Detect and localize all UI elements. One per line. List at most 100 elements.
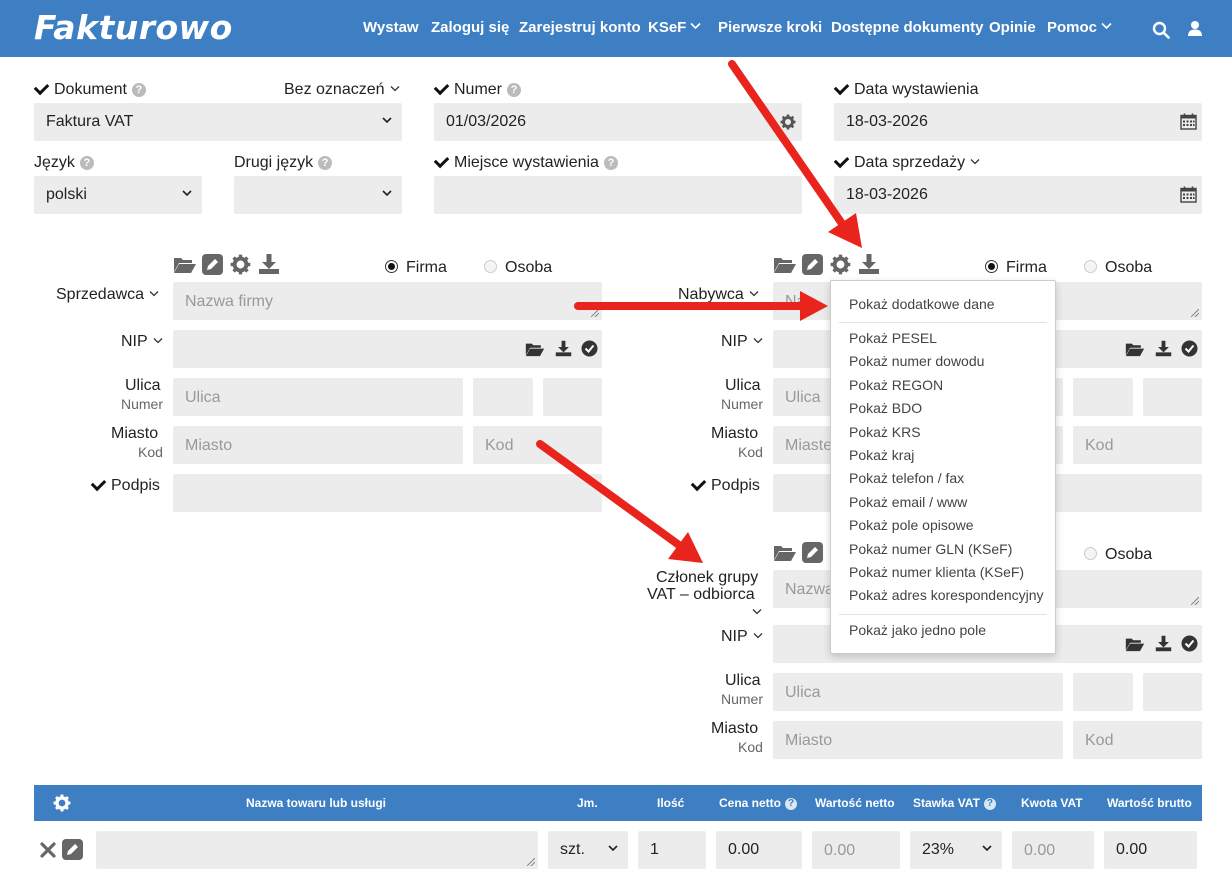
item-jm-select[interactable]: szt. (548, 831, 628, 869)
help-icon[interactable]: ? (983, 798, 996, 810)
check-circle-icon[interactable] (1181, 340, 1198, 357)
gear-icon[interactable] (53, 794, 71, 812)
checkbox-icon[interactable] (34, 81, 48, 95)
nav-dostepne-dokumenty[interactable]: Dostępne dokumenty (831, 19, 984, 36)
member-nip-dropdown[interactable]: NIP (721, 628, 763, 646)
download-icon[interactable] (1155, 635, 1172, 652)
nav-pierwsze-kroki[interactable]: Pierwsze kroki (718, 19, 822, 36)
menu-item-bdo[interactable]: Pokaż BDO (849, 400, 922, 416)
item-stawka-vat-select[interactable]: 23% (910, 831, 1002, 869)
edit-icon[interactable] (802, 542, 823, 563)
data-sprzedazy-label[interactable]: Data sprzedaży (834, 154, 980, 172)
seller-nip-dropdown[interactable]: NIP (121, 333, 163, 351)
user-icon[interactable] (1187, 20, 1203, 37)
help-icon[interactable]: ? (603, 156, 618, 170)
seller-radio-osoba[interactable]: Osoba (484, 259, 552, 277)
seller-role-dropdown[interactable]: Sprzedawca (56, 286, 159, 304)
dokument-select[interactable]: Faktura VAT (34, 103, 402, 141)
member-radio-osoba[interactable]: Osoba (1084, 546, 1152, 564)
buyer-radio-firma[interactable]: Firma (985, 259, 1047, 277)
item-ilosc-input[interactable]: 1 (638, 831, 706, 869)
calendar-icon[interactable] (1180, 186, 1197, 203)
resize-handle-icon[interactable] (527, 858, 535, 866)
member-miasto-input[interactable]: Miasto (773, 721, 1063, 759)
bez-oznaczen-dropdown[interactable]: Bez oznaczeń (284, 81, 400, 99)
check-circle-icon[interactable] (581, 340, 598, 357)
buyer-nip-dropdown[interactable]: NIP (721, 333, 763, 351)
edit-icon[interactable] (62, 839, 83, 860)
buyer-role-dropdown[interactable]: Nabywca (678, 286, 759, 304)
check-circle-icon[interactable] (1181, 635, 1198, 652)
menu-item-numer-klienta[interactable]: Pokaż numer klienta (KSeF) (849, 564, 1024, 580)
member-kod-input[interactable]: Kod (1073, 721, 1202, 759)
gear-icon[interactable] (830, 254, 851, 275)
nav-zaloguj[interactable]: Zaloguj się (431, 19, 509, 36)
logo[interactable]: Fakturowo (34, 8, 233, 47)
menu-item-dodatkowe-dane[interactable]: Pokaż dodatkowe dane (849, 296, 995, 312)
seller-miasto-input[interactable]: Miasto (173, 426, 463, 464)
item-wartosc-brutto-input[interactable]: 0.00 (1104, 831, 1197, 869)
checkbox-icon[interactable] (434, 154, 448, 168)
help-icon[interactable]: ? (785, 798, 798, 810)
checkbox-icon[interactable] (434, 81, 448, 95)
download-icon[interactable] (258, 253, 280, 275)
download-icon[interactable] (555, 340, 572, 357)
nav-ksef[interactable]: KSeF (648, 19, 701, 36)
nav-wystaw[interactable]: Wystaw (363, 19, 419, 36)
data-wystawienia-input[interactable]: 18-03-2026 (834, 103, 1202, 141)
help-icon[interactable]: ? (318, 156, 333, 170)
menu-item-numer-gln[interactable]: Pokaż numer GLN (KSeF) (849, 541, 1012, 557)
folder-open-icon[interactable] (1125, 636, 1145, 652)
nav-zarejestruj[interactable]: Zarejestruj konto (519, 19, 641, 36)
gear-icon[interactable] (230, 254, 251, 275)
menu-item-krs[interactable]: Pokaż KRS (849, 424, 921, 440)
gear-icon[interactable] (780, 114, 796, 130)
seller-ulica-input[interactable]: Ulica (173, 378, 463, 416)
checkbox-icon[interactable] (691, 477, 705, 491)
resize-handle-icon[interactable] (591, 309, 599, 317)
nav-opinie[interactable]: Opinie (989, 19, 1036, 36)
nav-pomoc[interactable]: Pomoc (1047, 19, 1112, 36)
menu-item-telefon-fax[interactable]: Pokaż telefon / fax (849, 470, 964, 486)
seller-lokal-input[interactable] (543, 378, 602, 416)
data-sprzedazy-input[interactable]: 18-03-2026 (834, 176, 1202, 214)
help-icon[interactable]: ? (131, 83, 146, 97)
buyer-kod-input[interactable]: Kod (1073, 426, 1202, 464)
folder-open-icon[interactable] (773, 543, 797, 562)
menu-item-kraj[interactable]: Pokaż kraj (849, 447, 914, 463)
numer-input[interactable]: 01/03/2026 (434, 103, 802, 141)
resize-handle-icon[interactable] (1191, 597, 1199, 605)
seller-nip-input[interactable] (173, 330, 602, 368)
menu-item-adres-korespondencyjny[interactable]: Pokaż adres korespondencyjny (849, 587, 1044, 603)
member-numer-input[interactable] (1073, 673, 1133, 711)
item-name-input[interactable] (96, 831, 538, 869)
help-icon[interactable]: ? (507, 83, 522, 97)
close-icon[interactable] (40, 842, 56, 858)
download-icon[interactable] (1155, 340, 1172, 357)
calendar-icon[interactable] (1180, 113, 1197, 130)
miejsce-input[interactable] (434, 176, 802, 214)
seller-podpis-input[interactable] (173, 474, 602, 512)
help-icon[interactable]: ? (79, 156, 94, 170)
menu-item-jedno-pole[interactable]: Pokaż jako jedno pole (849, 622, 986, 638)
buyer-lokal-input[interactable] (1143, 378, 1202, 416)
menu-item-pole-opisowe[interactable]: Pokaż pole opisowe (849, 517, 974, 533)
seller-numer-input[interactable] (473, 378, 533, 416)
member-lokal-input[interactable] (1143, 673, 1202, 711)
edit-icon[interactable] (202, 254, 223, 275)
jezyk-select[interactable]: polski (34, 176, 202, 214)
seller-radio-firma[interactable]: Firma (385, 259, 447, 277)
menu-item-regon[interactable]: Pokaż REGON (849, 377, 943, 393)
menu-item-pesel[interactable]: Pokaż PESEL (849, 330, 937, 346)
folder-open-icon[interactable] (525, 341, 545, 357)
buyer-numer-input[interactable] (1073, 378, 1133, 416)
member-ulica-input[interactable]: Ulica (773, 673, 1063, 711)
drugi-jezyk-select[interactable] (234, 176, 402, 214)
download-icon[interactable] (858, 253, 880, 275)
checkbox-icon[interactable] (834, 81, 848, 95)
seller-kod-input[interactable]: Kod (473, 426, 602, 464)
buyer-radio-osoba[interactable]: Osoba (1084, 259, 1152, 277)
checkbox-icon[interactable] (91, 477, 105, 491)
menu-item-numer-dowodu[interactable]: Pokaż numer dowodu (849, 353, 984, 369)
chevron-down-icon[interactable] (752, 608, 762, 615)
